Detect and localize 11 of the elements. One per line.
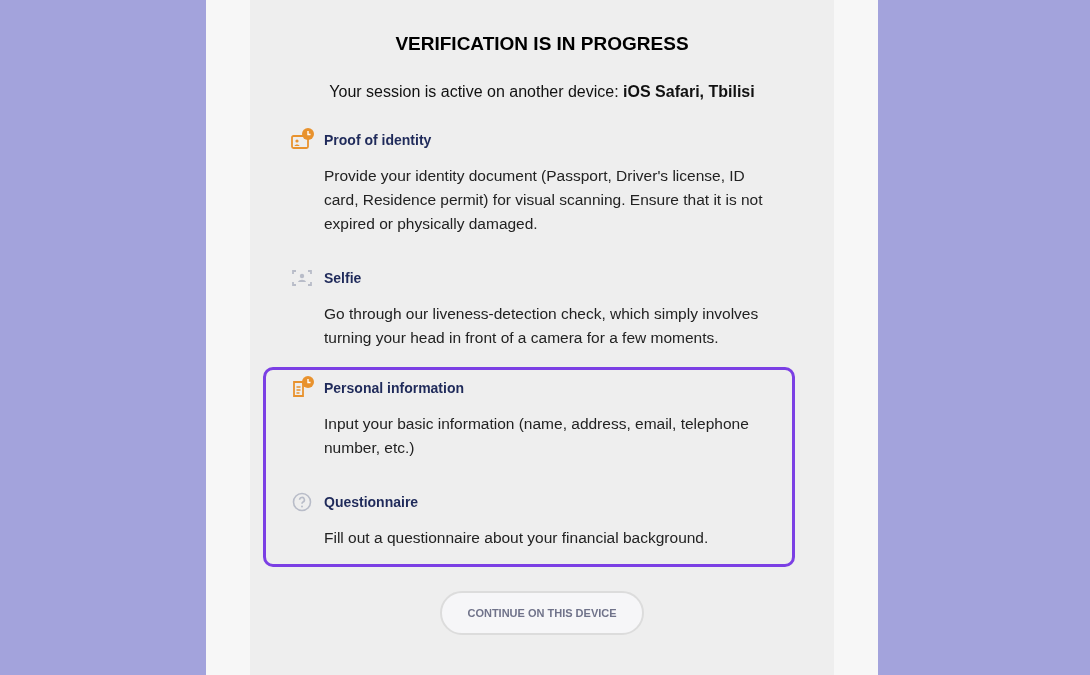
- step-description: Go through our liveness-detection check, which simply involves turning your head in front of a camera for a few moments.: [324, 304, 760, 348]
- step-title: Selfie: [324, 270, 363, 288]
- step-description: Provide your identity document (Passport, Driver's license, ID card, Residence permit) for visual scanning. Ensure that it is not expired or physically damaged.: [324, 166, 764, 234]
- page-title: VERIFICATION IS IN PROGRESS: [395, 33, 689, 55]
- step-title: Proof of identity: [324, 132, 433, 150]
- session-info: Your session is active on another device: iOS Safari, Tbilisi: [329, 83, 755, 101]
- step-description: Input your basic information (name, address, email, telephone number, etc.): [324, 414, 750, 458]
- step-title: Personal information: [324, 380, 466, 398]
- step-title: Questionnaire: [324, 494, 420, 512]
- continue-button[interactable]: CONTINUE ON THIS DEVICE: [440, 591, 644, 635]
- step-description: Fill out a questionnaire about your financial background.: [324, 528, 710, 548]
